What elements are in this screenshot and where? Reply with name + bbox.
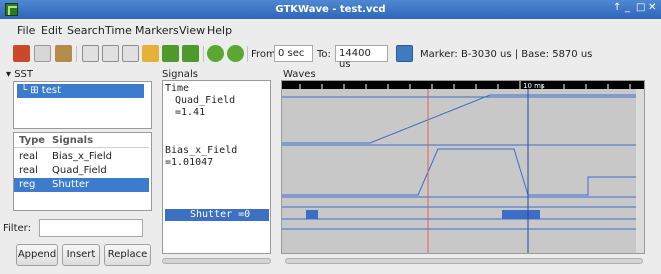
find-next-edge-icon[interactable] (227, 45, 244, 62)
tree-item-test[interactable]: └ ⊞ test (17, 84, 144, 98)
shutter-pulse-1 (306, 210, 318, 219)
to-label: To: (317, 49, 331, 60)
signal-row-quad-field[interactable]: Quad_Field =1.41 (165, 95, 269, 118)
signal-name: Bias_x_Field (52, 151, 112, 162)
undo-zoom-icon[interactable] (142, 45, 159, 62)
zoom-to-end-icon[interactable] (182, 45, 199, 62)
minimize-window-icon[interactable]: _ (625, 2, 630, 13)
toolbar-separator (247, 46, 248, 62)
signal-list-header: Type Signals (14, 133, 149, 148)
tree-node-icon: ⊞ (30, 85, 39, 96)
reload-icon[interactable] (396, 45, 413, 62)
signal-row-bias-x-field[interactable]: Bias_x_Field =1.01047 (165, 145, 269, 168)
insert-button[interactable]: Insert (62, 244, 100, 266)
sst-expander[interactable]: ▾ SST (6, 69, 33, 80)
signal-type: real (19, 165, 38, 176)
signal-type-list: Type Signals real Bias_x_Field real Quad… (13, 132, 152, 211)
col-signals[interactable]: Signals (52, 135, 93, 146)
time-ruler-label: 10 ms (523, 82, 545, 90)
waves-canvas: 10 ms (282, 81, 644, 253)
from-time-field[interactable]: 0 sec (274, 45, 313, 62)
sst-tree: └ ⊞ test (13, 81, 152, 129)
waves-pane-label: Waves (283, 69, 316, 80)
list-item[interactable]: real Quad_Field (14, 164, 149, 178)
waves-hscrollbar[interactable] (285, 258, 643, 264)
menu-search[interactable]: Search (67, 24, 105, 37)
title-bar: GTKWave - test.vcd ↑ _ □ ✕ (0, 0, 661, 19)
signals-hscrollbar[interactable] (162, 258, 271, 264)
signals-pane-label: Signals (162, 69, 198, 80)
shutter-pulse-2 (502, 210, 540, 219)
close-window-icon[interactable]: ✕ (648, 2, 656, 13)
find-previous-edge-icon[interactable] (207, 45, 224, 62)
toolbar: From: 0 sec To: 14400 us Marker: B-3030 … (0, 41, 661, 70)
menu-markers[interactable]: Markers (135, 24, 179, 37)
maximize-window-icon[interactable]: □ (636, 2, 645, 13)
sst-label: SST (14, 69, 34, 80)
col-type[interactable]: Type (19, 135, 45, 146)
zoom-out-icon[interactable] (122, 45, 139, 62)
signal-type: real (19, 151, 38, 162)
zoom-in-icon[interactable] (102, 45, 119, 62)
quad-field-waveform (282, 94, 644, 144)
menu-file[interactable]: File (17, 24, 35, 37)
zoom-to-start-icon[interactable] (162, 45, 179, 62)
signal-row-shutter[interactable]: Shutter =0 (165, 209, 269, 221)
filter-input[interactable] (39, 219, 143, 237)
menu-time[interactable]: Time (105, 24, 132, 37)
window-title: GTKWave - test.vcd (275, 4, 386, 15)
copy-icon[interactable] (34, 45, 51, 62)
list-item[interactable]: real Bias_x_Field (14, 150, 149, 164)
replace-button[interactable]: Replace (104, 244, 151, 266)
filter-label: Filter: (3, 223, 31, 234)
menu-edit[interactable]: Edit (41, 24, 62, 37)
signal-type: reg (19, 179, 36, 190)
signals-pane: Time Quad_Field =1.41 Bias_x_Field =1.01… (162, 80, 271, 254)
signal-name: Quad_Field (52, 165, 107, 176)
waves-pane[interactable]: 10 ms (281, 80, 645, 254)
tree-item-label: test (41, 85, 61, 96)
time-header: Time (165, 83, 190, 94)
list-item-selected[interactable]: reg Shutter (14, 178, 149, 192)
menu-help[interactable]: Help (207, 24, 232, 37)
to-time-field[interactable]: 14400 us (335, 45, 388, 70)
toolbar-separator (203, 46, 204, 62)
waves-vscrollbar[interactable] (636, 89, 644, 253)
time-ruler (282, 81, 644, 89)
bias-x-field-waveform (282, 148, 644, 196)
zoom-fit-icon[interactable] (82, 45, 99, 62)
toolbar-separator (76, 46, 77, 62)
cut-icon[interactable] (13, 45, 30, 62)
marker-base-status: Marker: B-3030 us | Base: 5870 us (420, 49, 593, 60)
signal-name: Shutter (52, 179, 90, 190)
menu-bar: File Edit Search Time Markers View Help (0, 19, 661, 41)
shade-window-icon[interactable]: ↑ (613, 2, 621, 13)
append-button[interactable]: Append (16, 244, 58, 266)
menu-view[interactable]: View (179, 24, 205, 37)
paste-icon[interactable] (55, 45, 72, 62)
